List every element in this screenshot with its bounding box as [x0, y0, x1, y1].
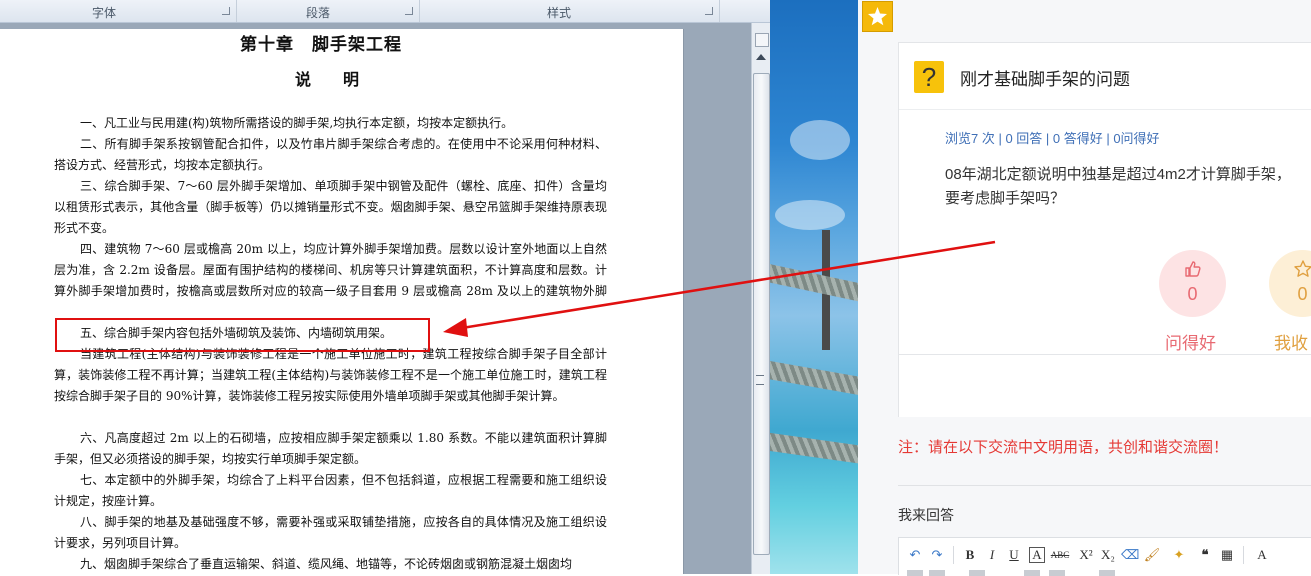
- ribbon-group-styles-label: 样式: [547, 6, 572, 20]
- vote-good-label[interactable]: 问得好: [1165, 329, 1216, 354]
- ribbon-group-styles: 样式: [419, 0, 720, 22]
- desktop-wallpaper: [770, 0, 858, 574]
- format-painter-button[interactable]: 🖌: [1143, 546, 1161, 564]
- document-paragraph: 当建筑工程(主体结构)与装饰装修工程是一个施工单位施工时，建筑工程按综合脚手架子…: [54, 347, 607, 403]
- vote-fav-count: 0: [1297, 284, 1308, 304]
- favorite-star-button[interactable]: [862, 1, 893, 32]
- question-body: 08年湖北定额说明中独基是超过4m2才计算脚手架， 要考虑脚手架吗？: [945, 166, 1291, 207]
- title-divider: [899, 109, 1311, 110]
- magic-format-button[interactable]: ✦: [1167, 546, 1191, 564]
- star-icon: [868, 7, 887, 26]
- scroll-up-icon[interactable]: [756, 54, 766, 60]
- toolbar-separator: [1243, 546, 1244, 564]
- question-title: 刚才基础脚手架的问题: [960, 70, 1130, 89]
- eraser-button[interactable]: ⌫: [1121, 546, 1139, 564]
- vote-fav-label[interactable]: 我收: [1274, 329, 1308, 354]
- document-paragraph: 三、综合脚手架、7～60 层外脚手架增加、单项脚手架中钢管及配件（螺栓、底座、扣…: [54, 179, 607, 235]
- toolbar-row2-button[interactable]: [929, 570, 945, 576]
- notice-divider: [898, 485, 1311, 486]
- paragraph-dialog-launcher-icon[interactable]: [405, 7, 413, 15]
- document-paragraph: 八、脚手架的地基及基础强度不够，需要补强或采取铺垫措施，应按各自的具体情况及施工…: [54, 515, 607, 550]
- editor-toolbar: ↶ ↷ B I U A ABC X² X₂ ⌫ 🖌 ✦ ❝ ▦ A: [898, 537, 1311, 576]
- document-paragraph: 一、凡工业与民用建(构)筑物所需搭设的脚手架,均执行本定额，均按本定额执行。: [80, 116, 514, 130]
- toolbar-row2-button[interactable]: [1024, 570, 1040, 576]
- scroll-thumb[interactable]: [753, 73, 770, 555]
- ribbon-group-paragraph-label: 段落: [306, 6, 331, 20]
- styles-dialog-launcher-icon[interactable]: [705, 7, 713, 15]
- toolbar-row2-button[interactable]: [1099, 570, 1115, 576]
- superscript-button[interactable]: X²: [1077, 546, 1095, 564]
- font-color-button[interactable]: A: [1251, 546, 1273, 564]
- ribbon-group-font: 字体: [0, 0, 237, 22]
- star-outline-icon: [1294, 260, 1311, 277]
- font-border-button[interactable]: A: [1029, 547, 1045, 563]
- vote-good-button[interactable]: 0: [1159, 250, 1226, 317]
- vote-good-count: 0: [1187, 284, 1198, 304]
- split-view-icon[interactable]: [755, 33, 769, 47]
- subscript-button[interactable]: X₂: [1099, 546, 1117, 564]
- underline-button[interactable]: U: [1007, 546, 1021, 564]
- strikethrough-button[interactable]: ABC: [1049, 546, 1071, 564]
- ribbon-bar: 字体 段落 样式: [0, 0, 770, 23]
- document-subtitle: 说 明: [295, 70, 360, 89]
- vertical-scrollbar[interactable]: [751, 23, 771, 574]
- thumbs-up-icon: [1185, 261, 1201, 277]
- question-stats[interactable]: 浏览7 次 | 0 回答 | 0 答得好 | 0问得好: [945, 128, 1160, 147]
- toolbar-separator: [953, 546, 954, 564]
- question-mark-icon: ?: [914, 61, 944, 93]
- toolbar-row2-button[interactable]: [1049, 570, 1065, 576]
- undo-button[interactable]: ↶: [907, 546, 923, 564]
- document-paragraph: 九、烟囱脚手架综合了垂直运输架、斜道、缆风绳、地锚等，不论砖烟囱或钢筋混凝土烟囱…: [80, 557, 573, 571]
- ribbon-group-paragraph: 段落: [236, 0, 420, 22]
- ribbon-group-font-label: 字体: [92, 6, 117, 20]
- document-paragraph: 六、凡高度超过 2m 以上的石砌墙，应按相应脚手架定额乘以 1.80 系数。不能…: [54, 431, 607, 466]
- toolbar-row2-button[interactable]: [969, 570, 985, 576]
- document-paragraph: 四、建筑物 7～60 层或檐高 20m 以上，均应计算外脚手架增加费。层数以设计…: [54, 242, 607, 298]
- italic-button[interactable]: I: [985, 546, 999, 564]
- card-divider: [899, 354, 1311, 355]
- toolbar-row2-button[interactable]: [907, 570, 923, 576]
- question-card: ? 刚才基础脚手架的问题 浏览7 次 | 0 回答 | 0 答得好 | 0问得好…: [898, 42, 1311, 417]
- highlight-box: [55, 318, 430, 352]
- table-button[interactable]: ▦: [1219, 546, 1235, 564]
- qa-panel: ? 刚才基础脚手架的问题 浏览7 次 | 0 回答 | 0 答得好 | 0问得好…: [858, 0, 1311, 576]
- document-title: 第十章 脚手架工程: [240, 35, 402, 55]
- redo-button[interactable]: ↷: [929, 546, 945, 564]
- scroll-grip-icon: [756, 375, 764, 385]
- vote-fav-button[interactable]: 0: [1269, 250, 1311, 317]
- answer-section-label: 我来回答: [898, 507, 954, 523]
- document-paragraph: 二、所有脚手架系按钢管配合扣件，以及竹串片脚手架综合考虑的。在使用中不论采用何种…: [54, 137, 607, 172]
- document-paragraph: 七、本定额中的外脚手架，均综合了上料平台因素，但不包括斜道，应根据工程需要和施工…: [54, 473, 607, 508]
- civility-notice: 注：请在以下交流中文明用语，共创和谐交流圈！: [898, 439, 1229, 456]
- blockquote-button[interactable]: ❝: [1197, 546, 1213, 564]
- bold-button[interactable]: B: [963, 546, 977, 564]
- font-dialog-launcher-icon[interactable]: [222, 7, 230, 15]
